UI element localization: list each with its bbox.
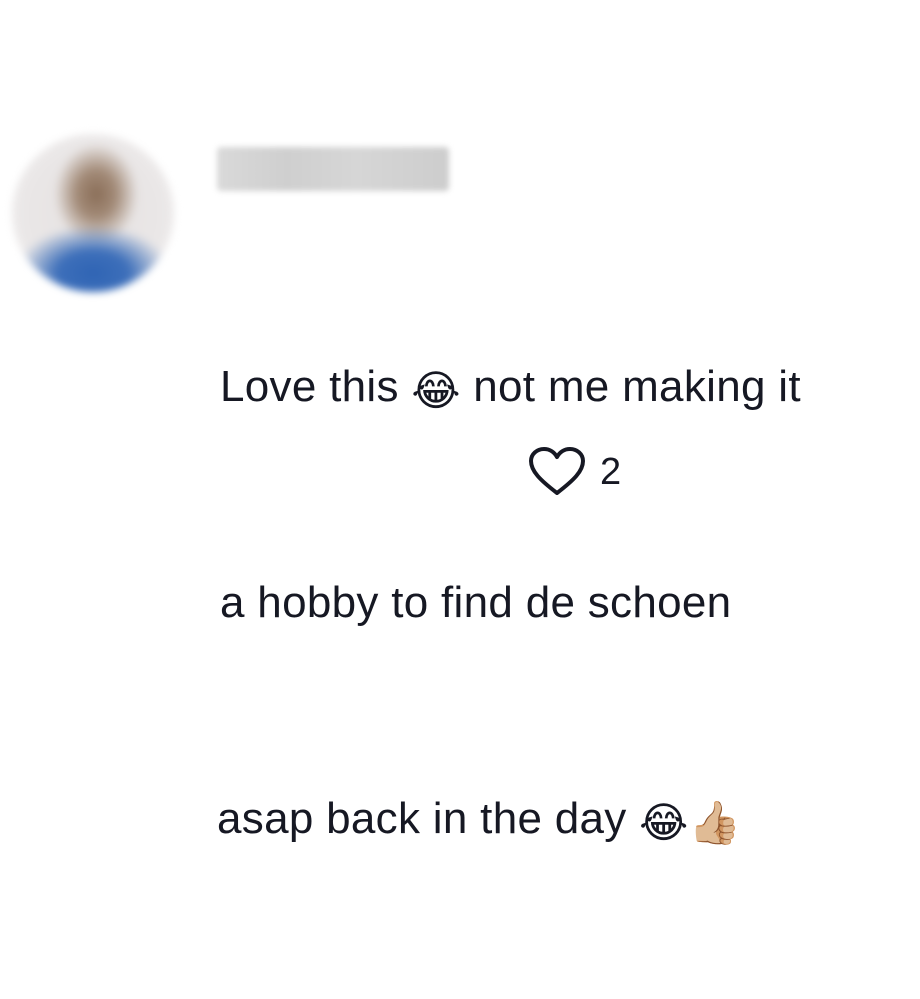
laughing-tears-emoji: 😂 (411, 366, 461, 415)
comment-text-segment: asap back in the day (217, 794, 640, 843)
comment-text-segment: not me making it (460, 362, 801, 411)
comment-line: asap back in the day 😂👍🏼 (217, 783, 910, 855)
username-redacted[interactable] (217, 147, 449, 191)
comment-line: a hobby to find de schoen (220, 567, 910, 639)
like-row: 2 (528, 444, 621, 500)
avatar[interactable] (12, 134, 174, 292)
comment-item: Love this 😂 not me making it a hobby to … (0, 0, 920, 844)
comment-line: Love this 😂 not me making it (220, 351, 910, 423)
comment-text-segment: Love this (220, 362, 412, 411)
comment-text-segment: a hobby to find de schoen (220, 578, 732, 627)
avatar-image-blurred (12, 134, 174, 292)
laughing-and-thumbs-up-emoji: 😂👍🏼 (639, 798, 742, 847)
like-count: 2 (600, 450, 622, 493)
heart-outline-icon[interactable] (528, 446, 586, 498)
comment-text: Love this 😂 not me making it a hobby to … (217, 207, 910, 999)
